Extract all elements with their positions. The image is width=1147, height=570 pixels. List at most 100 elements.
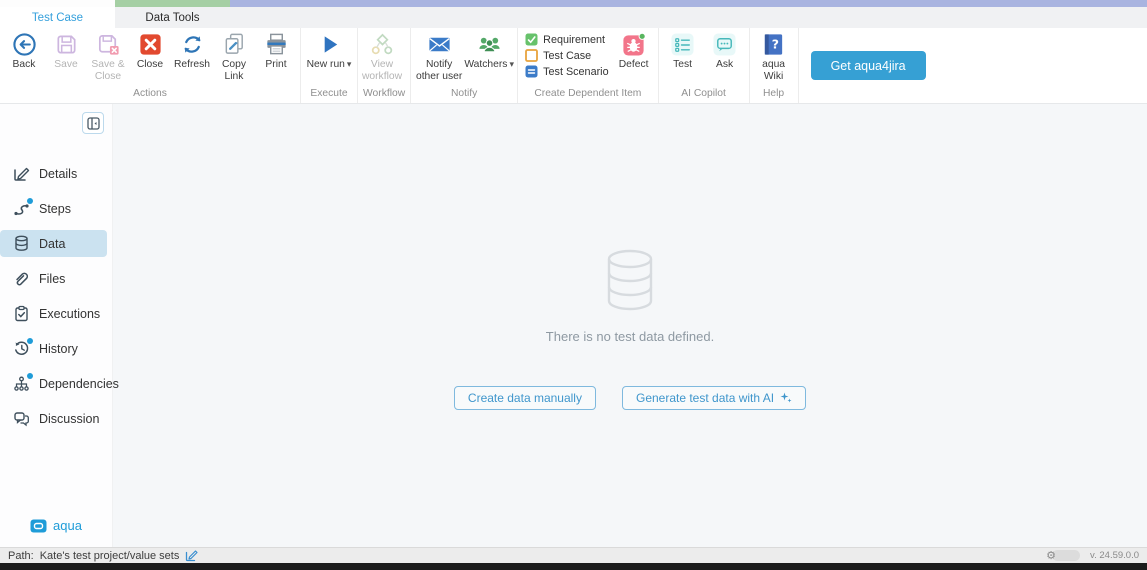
aqua-logo: aqua [0, 518, 112, 547]
edit-path-icon[interactable] [185, 549, 198, 562]
status-bar: Path: Kate's test project/value sets ⚙ v… [0, 547, 1147, 563]
ai-ask-button[interactable]: Ask [704, 28, 746, 71]
new-run-button[interactable]: New run [304, 28, 354, 71]
workflow-icon [371, 33, 392, 55]
sidebar-item-files[interactable]: Files [0, 261, 112, 296]
save-and-close-button[interactable]: Save & Close [87, 28, 129, 82]
create-test-scenario-label: Test Scenario [543, 65, 609, 78]
create-test-case-label: Test Case [543, 49, 592, 62]
sidebar-item-dependencies-label: Dependencies [39, 376, 119, 391]
settings-toggle[interactable]: ⚙ [1046, 549, 1081, 562]
cta-area: Get aqua4jira [799, 28, 926, 103]
defect-icon [623, 32, 646, 56]
sidebar-item-details[interactable]: Details [0, 156, 112, 191]
save-icon [56, 35, 76, 54]
play-icon [324, 36, 337, 53]
notify-buttons: Notify other user Watchers [414, 28, 514, 87]
create-defect-label: Defect [618, 59, 649, 70]
steps-icon [13, 198, 33, 217]
new-run-label: New run [307, 59, 352, 71]
titlebar-background [230, 0, 1147, 7]
create-requirement-button[interactable]: Requirement [525, 33, 608, 46]
ribbon-group-create-dependent-item: Requirement Test Case Test Scenario Defe… [518, 28, 659, 103]
clipboard-icon [13, 305, 30, 322]
ribbon-group-ai-copilot: Test Ask AI Copilot [659, 28, 750, 103]
database-empty-icon [607, 249, 653, 311]
back-button[interactable]: Back [3, 28, 45, 71]
create-test-case-button[interactable]: Test Case [525, 49, 608, 62]
notify-other-user-button[interactable]: Notify other user [414, 28, 464, 82]
save-button[interactable]: Save [45, 28, 87, 71]
sidebar-item-discussion-label: Discussion [39, 411, 100, 426]
sidebar-item-steps[interactable]: Steps [0, 191, 112, 226]
sidebar-item-executions[interactable]: Executions [0, 296, 112, 331]
gear-icon: ⚙ [1046, 550, 1057, 562]
create-data-manually-label: Create data manually [467, 391, 582, 405]
empty-state-message: There is no test data defined. [545, 329, 715, 344]
aqua-wiki-label: aqua Wiki [762, 59, 786, 82]
sidebar-item-data[interactable]: Data [0, 230, 107, 257]
sidebar-item-history[interactable]: History [0, 331, 112, 366]
ai-test-button[interactable]: Test [662, 28, 704, 71]
envelope-icon [429, 37, 450, 52]
test-scenario-icon [525, 65, 538, 78]
badge-dot [27, 338, 33, 344]
sidebar: Details Steps Data Files Executions Hist… [0, 104, 119, 547]
tab-test-case[interactable]: Test Case [0, 7, 115, 28]
create-defect-button[interactable]: Defect [613, 28, 655, 71]
workflow-buttons: View workflow [361, 28, 407, 87]
statusbar-right: ⚙ v. 24.59.0.0 [1046, 549, 1139, 562]
generate-test-data-ai-button[interactable]: Generate test data with AI [621, 386, 807, 410]
watchers-button[interactable]: Watchers [464, 28, 514, 71]
copy-link-button[interactable]: Copy Link [213, 28, 255, 82]
get-aqua4jira-button[interactable]: Get aqua4jira [810, 51, 926, 80]
version-label: v. 24.59.0.0 [1090, 550, 1139, 561]
collapse-sidebar-icon [86, 116, 100, 130]
save-and-close-icon [98, 34, 119, 55]
wiki-book-icon: ? [764, 34, 783, 55]
aqua-wiki-button[interactable]: ? aqua Wiki [753, 28, 795, 82]
print-button[interactable]: Print [255, 28, 297, 71]
help-buttons: ? aqua Wiki [753, 28, 795, 87]
close-icon [139, 34, 161, 55]
ribbon-group-help: ? aqua Wiki Help [750, 28, 799, 103]
close-button[interactable]: Close [129, 28, 171, 71]
badge-dot [27, 373, 33, 379]
ribbon-tab-bar: Test Case Data Tools [0, 7, 1147, 28]
ribbon-group-execute: New run Execute [301, 28, 358, 103]
aqua-logo-text: aqua [53, 518, 82, 533]
tab-data-tools[interactable]: Data Tools [115, 7, 230, 28]
ai-test-label: Test [673, 59, 693, 70]
database-icon [13, 235, 30, 252]
empty-state-actions: Create data manually Generate test data … [453, 386, 807, 410]
create-data-manually-button[interactable]: Create data manually [453, 386, 596, 410]
settings-pill [1052, 550, 1081, 561]
view-workflow-button[interactable]: View workflow [361, 28, 403, 82]
app-window: Test Case Data Tools Back Save Save & Cl… [0, 0, 1147, 570]
print-icon [266, 33, 286, 55]
actions-group-label: Actions [133, 88, 167, 99]
refresh-icon [184, 36, 200, 53]
sidebar-item-discussion[interactable]: Discussion [0, 401, 112, 436]
create-dependent-group-label: Create Dependent Item [534, 88, 642, 99]
tab-data-tools-label: Data Tools [145, 11, 200, 24]
copy-link-icon [225, 33, 243, 54]
path-value: Kate's test project/value sets [39, 549, 180, 562]
create-test-scenario-button[interactable]: Test Scenario [525, 65, 609, 78]
help-group-label: Help [762, 88, 785, 99]
title-bar [0, 0, 1147, 7]
back-label: Back [12, 59, 36, 70]
sidebar-item-dependencies[interactable]: Dependencies [0, 366, 119, 401]
collapse-sidebar-button[interactable] [82, 112, 104, 134]
svg-text:?: ? [772, 36, 779, 51]
content-area: Details Steps Data Files Executions Hist… [0, 104, 1147, 547]
refresh-button[interactable]: Refresh [171, 28, 213, 71]
collapse-row [0, 104, 112, 142]
actions-buttons: Back Save Save & Close Close Refresh Cop… [3, 28, 297, 87]
sidebar-item-executions-label: Executions [39, 306, 101, 321]
execute-group-label: Execute [310, 88, 348, 99]
ai-copilot-buttons: Test Ask [662, 28, 746, 87]
save-label: Save [54, 59, 78, 70]
generate-test-data-ai-label: Generate test data with AI [635, 391, 775, 405]
